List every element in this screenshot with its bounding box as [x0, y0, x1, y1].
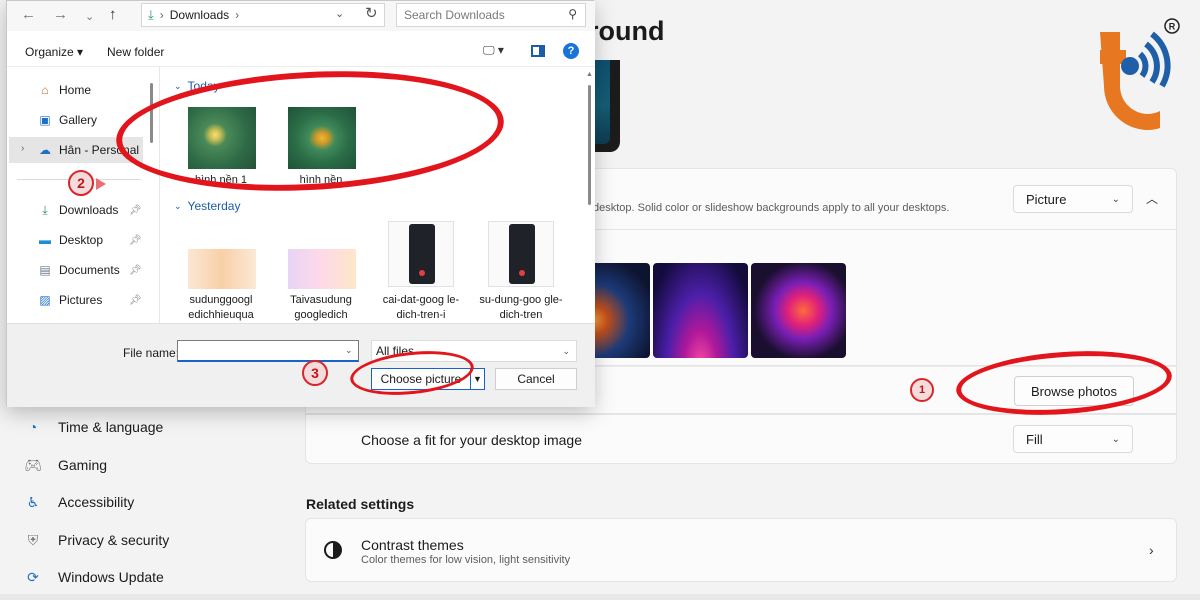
nav-windows-update[interactable]: ⟳ Windows Update: [24, 565, 164, 589]
file-thumbnail[interactable]: [188, 249, 256, 289]
sidebar-item-pictures[interactable]: ▨ Pictures: [37, 293, 102, 307]
sidebar-item-documents[interactable]: ▤ Documents: [37, 263, 119, 277]
file-name[interactable]: cai-dat-goog le-dich-tren-i: [376, 293, 466, 323]
pin-icon: 📌︎: [129, 205, 142, 216]
marker-pointer: [96, 178, 106, 190]
file-name-input[interactable]: [177, 340, 359, 362]
background-description: desktop. Solid color or slideshow backgr…: [593, 202, 950, 214]
step-marker-2: 2: [68, 170, 94, 196]
document-icon: ▤: [39, 263, 51, 277]
recent-wallpaper-2[interactable]: [653, 263, 748, 358]
chevron-down-icon: ⌄: [1111, 193, 1120, 205]
recent-locations-chevron-icon[interactable]: ⌄: [85, 10, 94, 23]
scroll-up-icon[interactable]: ▲: [586, 71, 593, 78]
open-file-dialog: ← → ⌄ ↑ ⤓ › Downloads › ⌄ ↻ Search Downl…: [6, 0, 595, 407]
nav-accessibility[interactable]: ♿︎ Accessibility: [24, 490, 135, 514]
update-icon: ⟳: [27, 568, 39, 585]
recent-wallpaper-3[interactable]: [751, 263, 846, 358]
file-name[interactable]: Taivasudung googledich: [276, 293, 366, 323]
chevron-down-icon: ⌄: [1111, 433, 1120, 445]
sidebar-item-desktop[interactable]: ▬ Desktop: [37, 233, 103, 247]
address-field[interactable]: ⤓ › Downloads ›: [141, 3, 385, 27]
organize-menu[interactable]: Organize ▾: [25, 45, 83, 59]
file-name[interactable]: sudunggoogl edichhieuqua: [176, 293, 266, 323]
chevron-down-icon: ⌄: [562, 346, 570, 356]
nav-label: Accessibility: [58, 494, 135, 510]
contrast-themes-subtitle: Color themes for low vision, light sensi…: [361, 554, 571, 566]
file-name-label: File name:: [123, 346, 180, 360]
pictures-icon: ▨: [39, 293, 51, 307]
sidebar-item-downloads[interactable]: ⤓ Downloads: [37, 202, 118, 218]
chevron-right-icon: ›: [1149, 542, 1154, 558]
fit-value: Fill: [1026, 431, 1043, 447]
address-bar: ← → ⌄ ↑ ⤓ › Downloads › ⌄ ↻ Search Downl…: [7, 1, 595, 31]
gallery-icon: ▣: [39, 113, 51, 127]
download-icon: ⤓: [42, 202, 48, 217]
fit-dropdown[interactable]: Fill ⌄: [1013, 425, 1133, 453]
expand-chevron-icon[interactable]: ›: [21, 143, 24, 154]
address-dropdown-chevron-icon[interactable]: ⌄: [335, 7, 344, 20]
sidebar-item-home[interactable]: ⌂ Home: [37, 83, 91, 97]
file-thumbnail[interactable]: [388, 221, 454, 287]
chevron-up-icon[interactable]: ︿: [1146, 190, 1158, 207]
search-input[interactable]: Search Downloads ⚲: [396, 3, 586, 27]
step-marker-1: 1: [910, 378, 934, 402]
brand-logo: R: [1100, 18, 1180, 130]
preview-pane-icon[interactable]: [531, 45, 545, 57]
nav-label: Privacy & security: [58, 532, 170, 548]
pin-icon: 📌︎: [129, 295, 142, 306]
background-type-dropdown[interactable]: Picture ⌄: [1013, 185, 1133, 213]
accessibility-icon: ♿︎: [26, 493, 40, 510]
refresh-icon[interactable]: ↻: [365, 4, 378, 22]
nav-label: Windows Update: [58, 569, 164, 585]
related-settings-heading: Related settings: [306, 496, 415, 512]
clock-globe-icon: ◔: [28, 419, 38, 435]
contrast-icon: [324, 541, 342, 559]
back-arrow-icon[interactable]: ←: [21, 6, 36, 23]
chevron-down-icon[interactable]: ⌄: [345, 345, 353, 356]
chevron-down-icon: ⌄: [174, 200, 182, 211]
pin-icon: 📌︎: [129, 235, 142, 246]
up-arrow-icon[interactable]: ↑: [109, 6, 117, 23]
nav-gaming[interactable]: 🎮︎ Gaming: [24, 453, 107, 477]
nav-label: Time & language: [58, 419, 164, 435]
forward-arrow-icon[interactable]: →: [53, 6, 68, 23]
nav-privacy-security[interactable]: ⛨ Privacy & security: [24, 528, 170, 552]
fit-label: Choose a fit for your desktop image: [361, 432, 583, 448]
file-thumbnail[interactable]: [488, 221, 554, 287]
search-placeholder: Search Downloads: [404, 8, 505, 22]
breadcrumb-separator: ›: [159, 8, 164, 22]
pin-icon: 📌︎: [129, 265, 142, 276]
home-icon: ⌂: [41, 83, 49, 97]
taskbar-edge: [0, 594, 1200, 600]
step-marker-3: 3: [302, 360, 328, 386]
cloud-icon: ☁: [39, 143, 51, 157]
search-icon: ⚲: [568, 7, 577, 21]
download-icon: ⤓: [148, 7, 154, 22]
address-path: Downloads: [169, 8, 230, 22]
desktop-icon: ▬: [39, 233, 51, 247]
page-title: round: [588, 16, 665, 46]
contrast-themes-title: Contrast themes: [361, 537, 464, 553]
registered-mark: R: [1169, 22, 1176, 32]
new-folder-button[interactable]: New folder: [107, 45, 164, 59]
help-icon[interactable]: ?: [563, 43, 579, 59]
file-name[interactable]: su-dung-goo gle-dich-tren: [476, 293, 566, 323]
view-options-icon[interactable]: 🖵︎ ▾: [483, 43, 504, 58]
cancel-button[interactable]: Cancel: [495, 368, 577, 390]
choose-options-arrow[interactable]: ▼: [471, 368, 485, 390]
background-type-value: Picture: [1026, 191, 1067, 207]
group-header-yesterday[interactable]: ⌄ Yesterday: [174, 199, 240, 213]
file-list-scrollbar[interactable]: [588, 85, 591, 205]
nav-time-language[interactable]: ◔ Time & language: [24, 415, 164, 439]
breadcrumb-separator: ›: [235, 8, 240, 22]
dialog-toolbar: Organize ▾ New folder 🖵︎ ▾ ?: [7, 31, 595, 67]
chevron-down-icon: ⌄: [174, 80, 182, 91]
sidebar-item-gallery[interactable]: ▣ Gallery: [37, 113, 97, 127]
gamepad-icon: 🎮︎: [24, 456, 42, 473]
shield-icon: ⛨: [27, 531, 39, 548]
dialog-footer: File name: ⌄ All files ⌄ Choose picture …: [7, 323, 595, 407]
file-thumbnail[interactable]: [288, 249, 356, 289]
nav-label: Gaming: [58, 457, 108, 473]
